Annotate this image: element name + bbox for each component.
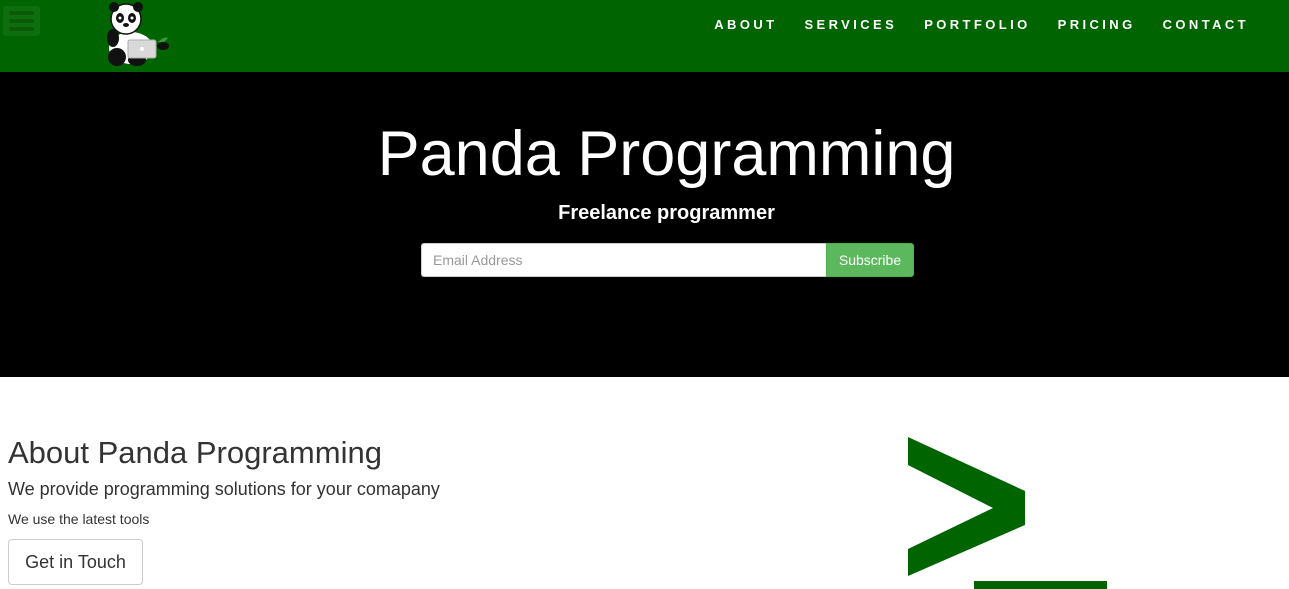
hero-title: Panda Programming xyxy=(377,119,956,189)
nav-link-contact[interactable]: CONTACT xyxy=(1163,17,1249,32)
nav-link-about[interactable]: ABOUT xyxy=(714,17,777,32)
main-nav: ABOUT SERVICES PORTFOLIO PRICING CONTACT xyxy=(687,0,1249,48)
get-in-touch-button[interactable]: Get in Touch xyxy=(8,539,143,585)
nav-link-services[interactable]: SERVICES xyxy=(804,17,897,32)
subscribe-button[interactable]: Subscribe xyxy=(826,243,914,277)
panda-logo[interactable] xyxy=(101,2,173,68)
about-title: About Panda Programming xyxy=(8,435,382,470)
hero-section: Panda Programming Freelance programmer S… xyxy=(0,72,1289,377)
about-subtitle: We provide programming solutions for you… xyxy=(8,479,440,499)
about-tools-text: We use the latest tools xyxy=(8,511,150,527)
nav-link-portfolio[interactable]: PORTFOLIO xyxy=(924,17,1030,32)
subscribe-form: Subscribe xyxy=(421,243,914,277)
email-input[interactable] xyxy=(421,243,826,277)
nav-link-pricing[interactable]: PRICING xyxy=(1058,17,1136,32)
hero-subtitle: Freelance programmer xyxy=(558,202,775,224)
hamburger-menu-icon[interactable] xyxy=(3,6,40,36)
terminal-prompt-icon xyxy=(908,437,1107,589)
top-navbar: ABOUT SERVICES PORTFOLIO PRICING CONTACT xyxy=(0,0,1289,72)
